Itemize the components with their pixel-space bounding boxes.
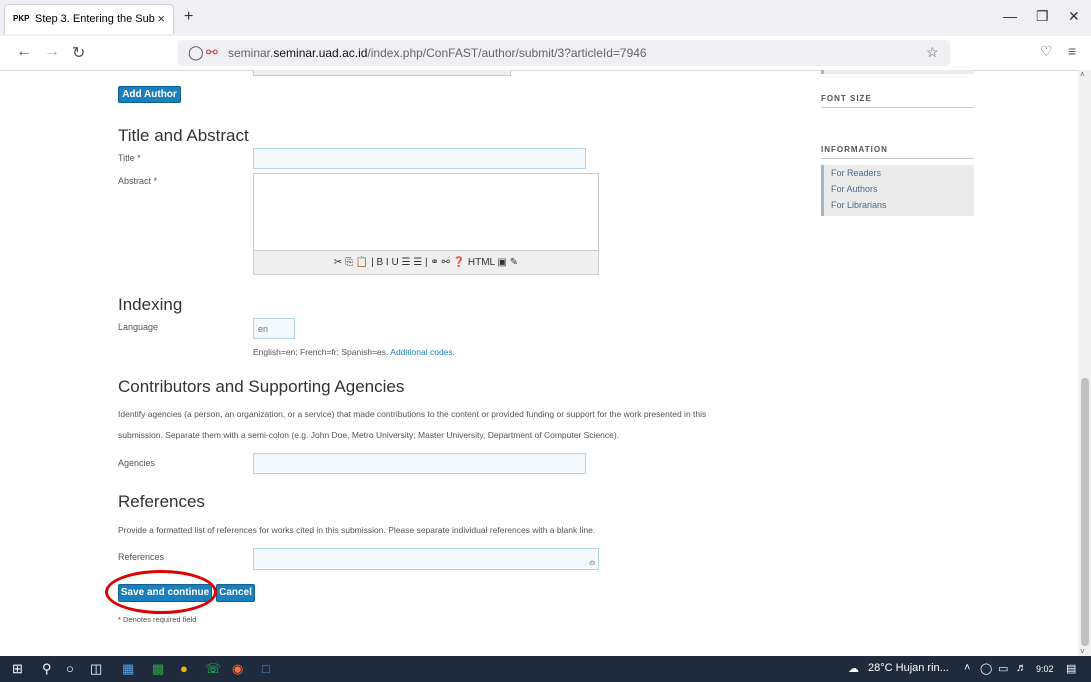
notification-icon[interactable]: ▤: [1066, 662, 1076, 675]
bookmark-star-icon[interactable]: ☆: [926, 44, 939, 61]
pocket-icon[interactable]: ♡: [1040, 43, 1053, 60]
browser-tab-bar: PKP Step 3. Entering the Submission × + …: [0, 0, 1091, 36]
insecure-lock-icon[interactable]: ⚯: [206, 44, 218, 61]
contributors-heading: Contributors and Supporting Agencies: [118, 377, 405, 396]
required-field-note: * Denotes required field: [118, 615, 197, 624]
abstract-label: Abstract *: [118, 176, 158, 186]
add-author-button[interactable]: Add Author: [118, 86, 181, 103]
language-hint: English=en; French=fr; Spanish=es. Addit…: [253, 347, 456, 357]
file-explorer-icon[interactable]: ▦: [122, 661, 134, 677]
contributors-description-line1: Identify agencies (a person, an organiza…: [118, 409, 707, 419]
reload-icon[interactable]: ↻: [72, 43, 85, 63]
language-input[interactable]: en: [253, 318, 295, 339]
tab-title: Step 3. Entering the Submission: [35, 13, 155, 25]
new-tab-button[interactable]: +: [184, 8, 193, 26]
language-label: Language: [118, 322, 159, 332]
font-size-heading: FONT SIZE: [821, 94, 974, 108]
url-text[interactable]: seminar.seminar.uad.ac.id/index.php/ConF…: [228, 46, 647, 60]
tray-chevron-icon[interactable]: ˄: [964, 662, 970, 674]
cortana-icon[interactable]: ○: [66, 661, 74, 676]
references-textarea[interactable]: ≏: [253, 548, 599, 570]
for-librarians-link[interactable]: For Librarians: [831, 200, 887, 210]
browser-tab[interactable]: PKP Step 3. Entering the Submission ×: [4, 4, 174, 34]
title-label: Title *: [118, 153, 141, 163]
windows-taskbar: ⊞ ⚲ ○ ◫ ▦ ▩ ● ☏ ◉ □ ☁ 28°C Hujan rin... …: [0, 656, 1091, 682]
scroll-up-icon[interactable]: ˄: [1080, 70, 1085, 79]
chrome-icon[interactable]: ●: [180, 661, 188, 676]
tab-close-icon[interactable]: ×: [157, 11, 165, 26]
title-input[interactable]: [253, 148, 586, 169]
title-abstract-heading: Title and Abstract: [118, 126, 249, 145]
information-heading: INFORMATION: [821, 145, 974, 159]
for-authors-link[interactable]: For Authors: [831, 184, 878, 194]
abstract-editor[interactable]: [253, 173, 599, 251]
task-view-icon[interactable]: ◫: [90, 661, 102, 677]
display-icon[interactable]: ▭: [998, 662, 1008, 675]
sidebar-previous-box: [821, 70, 974, 74]
address-bar[interactable]: ◯ ⚯ seminar.seminar.uad.ac.id/index.php/…: [178, 40, 950, 66]
previous-field-input[interactable]: [253, 70, 511, 76]
additional-codes-link[interactable]: Additional codes.: [390, 347, 455, 357]
resize-handle-icon[interactable]: ≏: [588, 558, 596, 569]
search-icon[interactable]: ⚲: [42, 661, 52, 677]
pkp-favicon: PKP: [13, 14, 30, 23]
scroll-down-icon[interactable]: ˅: [1080, 647, 1085, 656]
clock-time[interactable]: 9:02: [1036, 664, 1054, 674]
page-content: Add Author Title and Abstract Title * Ab…: [0, 70, 1078, 656]
contributors-description-line2: submission. Separate them with a semi-co…: [118, 430, 620, 440]
restore-icon[interactable]: ❐: [1036, 8, 1049, 25]
weather-icon[interactable]: ☁: [848, 662, 859, 675]
cancel-button[interactable]: Cancel: [216, 584, 255, 602]
word-icon[interactable]: □: [262, 661, 270, 676]
agencies-input[interactable]: [253, 453, 586, 474]
references-description: Provide a formatted list of references f…: [118, 525, 596, 535]
indexing-heading: Indexing: [118, 295, 183, 314]
forward-icon[interactable]: →: [44, 43, 60, 61]
volume-icon[interactable]: ♬: [1016, 662, 1027, 674]
network-icon[interactable]: ◯: [980, 662, 992, 675]
references-label: References: [118, 552, 165, 562]
windows-start-icon[interactable]: ⊞: [12, 661, 23, 677]
back-icon[interactable]: ←: [16, 43, 32, 61]
scrollbar-thumb[interactable]: [1081, 378, 1089, 646]
weather-text[interactable]: 28°C Hujan rin...: [868, 662, 949, 674]
agencies-label: Agencies: [118, 458, 156, 468]
highlight-circle-annotation: [105, 570, 217, 614]
window-close-icon[interactable]: ✕: [1068, 8, 1080, 25]
firefox-icon[interactable]: ◉: [232, 661, 243, 677]
minimize-icon[interactable]: —: [1003, 8, 1017, 24]
whatsapp-icon[interactable]: ☏: [205, 661, 221, 677]
shield-icon[interactable]: ◯: [188, 44, 204, 61]
editor-toolbar[interactable]: ✂ ⎘ 📋 | B I U ☰ ☰ | ⚭ ⚯ ❓ HTML ▣ ✎: [253, 250, 599, 275]
menu-icon[interactable]: ≡: [1068, 43, 1076, 59]
browser-nav-bar: ← → ↻ ◯ ⚯ seminar.seminar.uad.ac.id/inde…: [0, 36, 1091, 71]
app-icon[interactable]: ▩: [152, 661, 164, 677]
references-heading: References: [118, 492, 205, 511]
for-readers-link[interactable]: For Readers: [831, 168, 881, 178]
